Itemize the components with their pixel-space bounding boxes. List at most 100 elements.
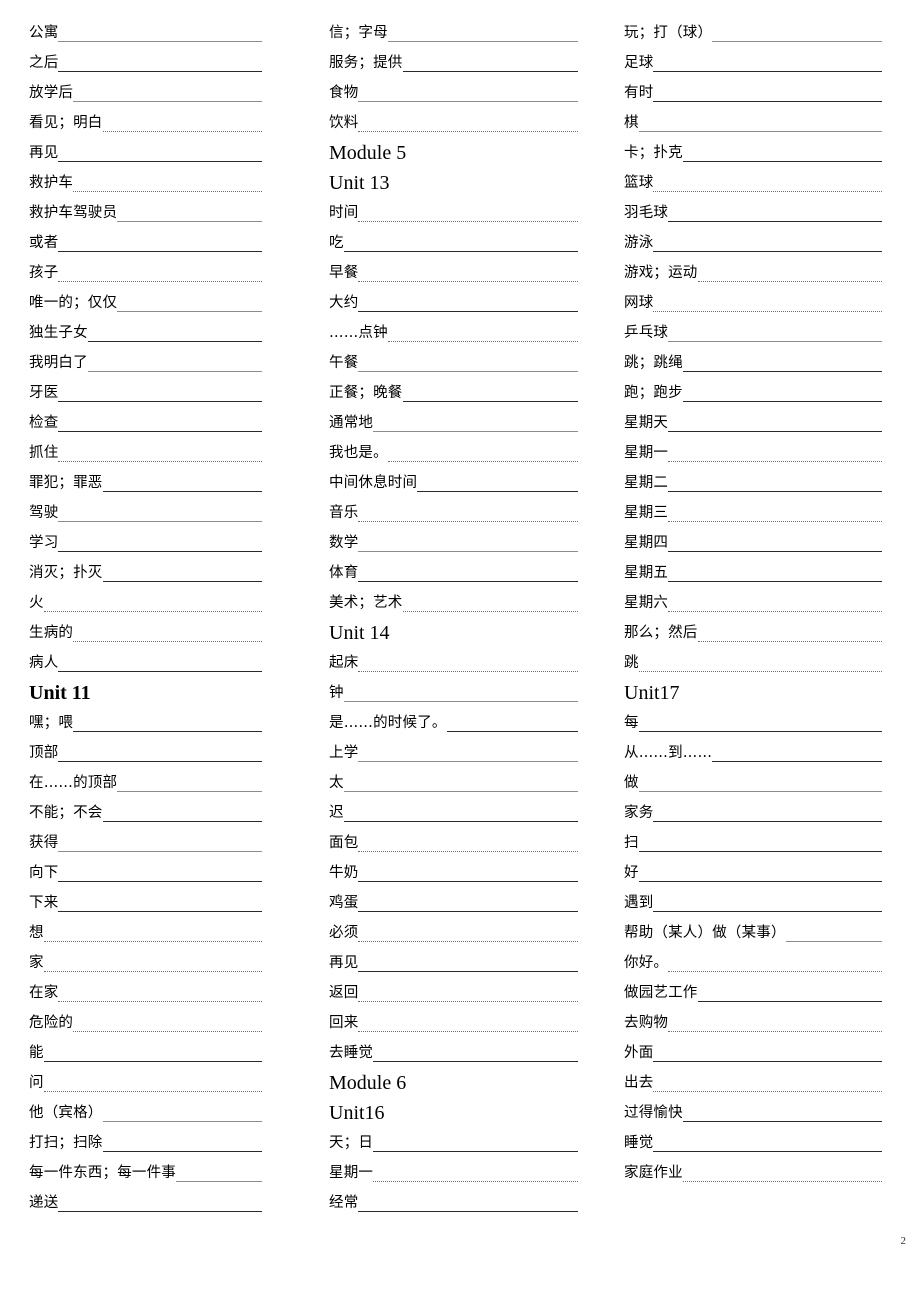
entry-answer-blank[interactable] <box>87 371 262 372</box>
entry-answer-blank[interactable] <box>682 1121 882 1122</box>
entry-answer-blank[interactable] <box>58 761 262 762</box>
entry-answer-blank[interactable] <box>712 41 882 42</box>
entry-answer-blank[interactable] <box>58 851 262 852</box>
entry-answer-blank[interactable] <box>668 521 882 522</box>
entry-answer-blank[interactable] <box>43 611 262 612</box>
entry-answer-blank[interactable] <box>668 431 882 432</box>
entry-answer-blank[interactable] <box>373 1181 578 1182</box>
entry-answer-blank[interactable] <box>712 761 882 762</box>
entry-answer-blank[interactable] <box>697 641 882 642</box>
entry-answer-blank[interactable] <box>58 431 262 432</box>
entry-answer-blank[interactable] <box>43 971 262 972</box>
entry-answer-blank[interactable] <box>668 221 882 222</box>
entry-answer-blank[interactable] <box>73 191 262 192</box>
entry-answer-blank[interactable] <box>358 371 578 372</box>
entry-answer-blank[interactable] <box>668 581 882 582</box>
entry-answer-blank[interactable] <box>682 371 882 372</box>
entry-answer-blank[interactable] <box>58 521 262 522</box>
entry-answer-blank[interactable] <box>117 791 262 792</box>
entry-answer-blank[interactable] <box>58 401 262 402</box>
entry-answer-blank[interactable] <box>343 791 578 792</box>
entry-answer-blank[interactable] <box>697 1001 882 1002</box>
entry-answer-blank[interactable] <box>102 581 262 582</box>
entry-answer-blank[interactable] <box>653 101 882 102</box>
entry-answer-blank[interactable] <box>176 1181 262 1182</box>
entry-answer-blank[interactable] <box>387 461 578 462</box>
entry-answer-blank[interactable] <box>58 251 262 252</box>
entry-answer-blank[interactable] <box>358 1211 578 1212</box>
entry-answer-blank[interactable] <box>58 911 262 912</box>
entry-answer-blank[interactable] <box>358 761 578 762</box>
entry-answer-blank[interactable] <box>58 461 262 462</box>
entry-answer-blank[interactable] <box>638 791 882 792</box>
entry-answer-blank[interactable] <box>653 1151 882 1152</box>
entry-answer-blank[interactable] <box>638 671 882 672</box>
entry-answer-blank[interactable] <box>73 731 262 732</box>
entry-answer-blank[interactable] <box>43 1091 262 1092</box>
entry-answer-blank[interactable] <box>373 1061 578 1062</box>
entry-answer-blank[interactable] <box>653 191 882 192</box>
entry-answer-blank[interactable] <box>358 851 578 852</box>
entry-answer-blank[interactable] <box>87 341 262 342</box>
entry-answer-blank[interactable] <box>638 731 882 732</box>
entry-answer-blank[interactable] <box>682 401 882 402</box>
entry-answer-blank[interactable] <box>373 431 578 432</box>
entry-answer-blank[interactable] <box>58 71 262 72</box>
entry-answer-blank[interactable] <box>668 551 882 552</box>
entry-answer-blank[interactable] <box>358 221 578 222</box>
entry-answer-blank[interactable] <box>43 941 262 942</box>
entry-answer-blank[interactable] <box>58 41 262 42</box>
entry-answer-blank[interactable] <box>58 881 262 882</box>
entry-answer-blank[interactable] <box>73 641 262 642</box>
entry-answer-blank[interactable] <box>668 461 882 462</box>
entry-answer-blank[interactable] <box>358 671 578 672</box>
entry-answer-blank[interactable] <box>653 911 882 912</box>
entry-answer-blank[interactable] <box>387 41 578 42</box>
entry-answer-blank[interactable] <box>343 821 578 822</box>
entry-answer-blank[interactable] <box>638 131 882 132</box>
entry-answer-blank[interactable] <box>58 161 262 162</box>
entry-answer-blank[interactable] <box>402 71 578 72</box>
entry-answer-blank[interactable] <box>358 911 578 912</box>
entry-answer-blank[interactable] <box>446 731 578 732</box>
entry-answer-blank[interactable] <box>43 1061 262 1062</box>
entry-answer-blank[interactable] <box>102 131 262 132</box>
entry-answer-blank[interactable] <box>58 1211 262 1212</box>
entry-answer-blank[interactable] <box>697 281 882 282</box>
entry-answer-blank[interactable] <box>102 1121 262 1122</box>
entry-answer-blank[interactable] <box>358 281 578 282</box>
entry-answer-blank[interactable] <box>73 101 262 102</box>
entry-answer-blank[interactable] <box>358 971 578 972</box>
entry-answer-blank[interactable] <box>682 1181 882 1182</box>
entry-answer-blank[interactable] <box>682 161 882 162</box>
entry-answer-blank[interactable] <box>402 401 578 402</box>
entry-answer-blank[interactable] <box>358 581 578 582</box>
entry-answer-blank[interactable] <box>117 221 262 222</box>
entry-answer-blank[interactable] <box>785 941 882 942</box>
entry-answer-blank[interactable] <box>102 1151 262 1152</box>
entry-answer-blank[interactable] <box>653 311 882 312</box>
entry-answer-blank[interactable] <box>668 1031 882 1032</box>
entry-answer-blank[interactable] <box>102 821 262 822</box>
entry-answer-blank[interactable] <box>387 341 578 342</box>
entry-answer-blank[interactable] <box>668 971 882 972</box>
entry-answer-blank[interactable] <box>358 881 578 882</box>
entry-answer-blank[interactable] <box>358 1031 578 1032</box>
entry-answer-blank[interactable] <box>653 251 882 252</box>
entry-answer-blank[interactable] <box>402 611 578 612</box>
entry-answer-blank[interactable] <box>358 551 578 552</box>
entry-answer-blank[interactable] <box>358 941 578 942</box>
entry-answer-blank[interactable] <box>102 491 262 492</box>
entry-answer-blank[interactable] <box>58 551 262 552</box>
entry-answer-blank[interactable] <box>58 281 262 282</box>
entry-answer-blank[interactable] <box>358 1001 578 1002</box>
entry-answer-blank[interactable] <box>343 251 578 252</box>
entry-answer-blank[interactable] <box>358 131 578 132</box>
entry-answer-blank[interactable] <box>343 701 578 702</box>
entry-answer-blank[interactable] <box>653 1091 882 1092</box>
entry-answer-blank[interactable] <box>417 491 578 492</box>
entry-answer-blank[interactable] <box>373 1151 578 1152</box>
entry-answer-blank[interactable] <box>653 821 882 822</box>
entry-answer-blank[interactable] <box>668 341 882 342</box>
entry-answer-blank[interactable] <box>358 101 578 102</box>
